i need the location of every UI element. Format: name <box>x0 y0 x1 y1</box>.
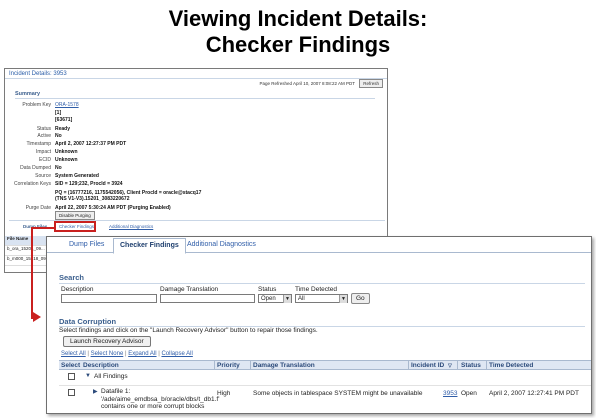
table-row: ▶ Datafile 1: '/ade/aime_emdbsa_b/oracle… <box>59 385 591 411</box>
summary-heading: Summary <box>15 91 41 97</box>
col-priority[interactable]: Priority <box>217 362 240 369</box>
field-key: Purge Date <box>25 205 51 211</box>
field-value: System Generated <box>55 173 99 179</box>
findings-tabs: Dump Files Checker Findings Additional D… <box>47 237 591 254</box>
finding-status: Open <box>461 390 477 397</box>
field-value: April 2, 2007 12:27:37 PM PDT <box>55 141 127 147</box>
time-detected-select[interactable]: All ▼ <box>295 294 348 303</box>
highlight-connector <box>31 227 56 229</box>
description-label: Description <box>61 286 94 293</box>
chevron-down-icon: ▼ <box>339 295 347 303</box>
summary-divider <box>15 98 375 99</box>
go-button[interactable]: Go <box>351 293 370 304</box>
field-key: Timestamp <box>26 141 51 147</box>
col-damage-translation[interactable]: Damage Translation <box>253 362 315 369</box>
field-key: Correlation Keys <box>14 181 51 187</box>
field-value: Unknown <box>55 157 78 163</box>
field-key: Status <box>36 126 51 132</box>
disable-purging-button[interactable]: Disable Purging <box>55 211 95 220</box>
finding-time-detected: April 2, 2007 12:27:41 PM PDT <box>489 390 579 397</box>
incident-details-header: Incident Details: 3953 <box>5 69 387 79</box>
status-select[interactable]: Open ▼ <box>258 294 292 303</box>
incident-id-link[interactable]: 3953 <box>443 390 457 397</box>
field-value: (TNS V1-V3).15201_3083220672 <box>55 196 130 202</box>
field-key: Data Dumped <box>20 165 51 171</box>
damage-translation-input[interactable] <box>160 294 255 303</box>
field-value: [1] <box>55 110 62 116</box>
tab-checker-findings[interactable]: Checker Findings <box>113 238 186 254</box>
page-refreshed-text: Page Refreshed April 10, 2007 8:08:22 AM… <box>259 81 355 86</box>
field-key: Source <box>35 173 51 179</box>
chevron-down-icon: ▼ <box>283 295 291 303</box>
selection-links: Select All | Select None | Expand All | … <box>61 351 193 357</box>
search-heading: Search <box>59 273 85 282</box>
slide-title-line1: Viewing Incident Details: <box>168 6 428 31</box>
disable-purging-wrap: Disable Purging <box>55 211 95 220</box>
field-key: Active <box>37 133 51 139</box>
expand-triangle-icon[interactable]: ▶ <box>93 388 98 395</box>
time-detected-label: Time Detected <box>295 286 338 293</box>
field-key: Impact <box>35 149 51 155</box>
data-corruption-heading: Data Corruption <box>59 317 117 326</box>
refresh-button[interactable]: Refresh <box>359 79 383 88</box>
instruction-text: Select findings and click on the "Launch… <box>59 327 318 334</box>
finding-priority: High <box>217 390 231 397</box>
col-status[interactable]: Status <box>461 362 481 369</box>
finding-description-line: contains one or more corrupt blocks <box>101 403 205 410</box>
col-time-detected[interactable]: Time Detected <box>489 362 533 369</box>
refresh-row: Page Refreshed April 10, 2007 8:08:22 AM… <box>259 79 383 88</box>
all-findings-checkbox[interactable] <box>68 373 75 380</box>
column-divider <box>214 361 215 370</box>
damage-translation-label: Damage Translation <box>160 286 219 293</box>
all-findings-label: All Findings <box>94 373 128 380</box>
checker-findings-window: Dump Files Checker Findings Additional D… <box>46 236 592 414</box>
expand-all-link[interactable]: Expand All <box>128 351 156 357</box>
finding-description-line: '/ade/aime_emdbsa_b/oracle/dbs/t_db1.f' <box>101 395 220 403</box>
finding-checkbox[interactable] <box>68 389 75 396</box>
column-divider <box>250 361 251 370</box>
field-value: No <box>55 133 62 139</box>
slide-title: Viewing Incident Details: Checker Findin… <box>0 6 596 58</box>
tab-additional-diagnostics[interactable]: Additional Diagnostics <box>109 224 153 229</box>
tab-additional-diagnostics[interactable]: Additional Diagnostics <box>187 241 256 248</box>
field-key: Problem Key <box>22 102 51 108</box>
finding-description-line: Datafile 1: <box>101 388 131 395</box>
field-value: SID = 129;232, ProcId = 3924 <box>55 181 123 187</box>
description-input[interactable] <box>61 294 157 303</box>
select-all-link[interactable]: Select All <box>61 351 86 357</box>
select-none-link[interactable]: Select None <box>91 351 124 357</box>
col-select[interactable]: Select <box>61 362 80 369</box>
column-divider <box>457 361 458 370</box>
all-findings-row: ▼ All Findings <box>59 372 591 383</box>
field-value: No <box>55 165 62 171</box>
field-value: Ready <box>55 126 71 132</box>
arrow-right-icon <box>33 312 41 322</box>
problem-key-link[interactable]: ORA-1578 <box>55 102 315 108</box>
field-value: Unknown <box>55 149 78 155</box>
slide-title-line2: Checker Findings <box>205 32 391 57</box>
finding-damage-translation: Some objects in tablespace SYSTEM might … <box>253 390 423 397</box>
field-key: ECID <box>39 157 51 163</box>
column-divider <box>486 361 487 370</box>
sort-desc-icon[interactable]: ▽ <box>448 363 452 369</box>
finding-description: Datafile 1: '/ade/aime_emdbsa_b/oracle/d… <box>101 388 221 411</box>
launch-recovery-advisor-button[interactable]: Launch Recovery Advisor <box>63 336 151 347</box>
tab-dump-files[interactable]: Dump Files <box>69 241 104 248</box>
field-value: [63671] <box>55 117 73 123</box>
collapse-triangle-icon[interactable]: ▼ <box>85 373 91 379</box>
collapse-all-link[interactable]: Collapse All <box>161 351 192 357</box>
status-select-value: Open <box>261 296 276 302</box>
status-label: Status <box>258 286 277 293</box>
search-divider <box>59 283 585 284</box>
findings-table-header: Select Description Priority Damage Trans… <box>59 360 591 370</box>
col-incident-id[interactable]: Incident ID <box>411 362 444 369</box>
highlight-connector <box>31 229 33 319</box>
column-divider <box>408 361 409 370</box>
checker-findings-highlight <box>54 221 96 232</box>
col-description[interactable]: Description <box>83 362 119 369</box>
time-detected-select-value: All <box>298 296 305 302</box>
